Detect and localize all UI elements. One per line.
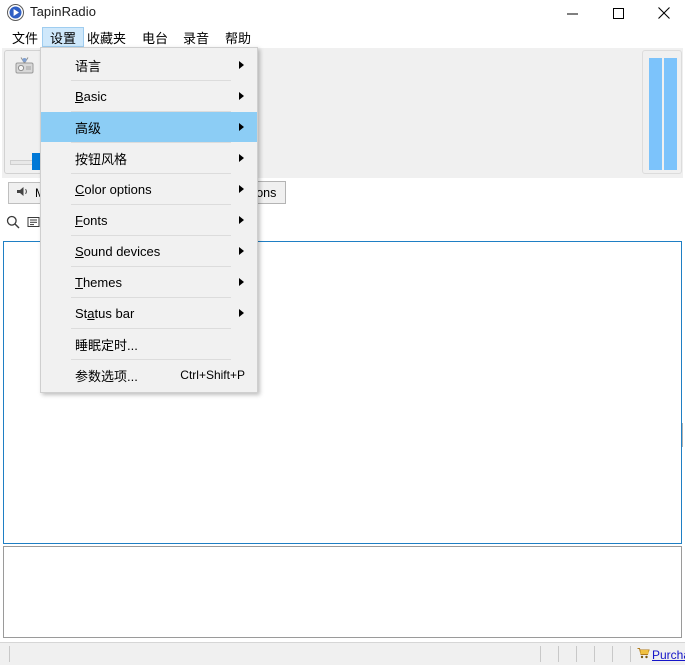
radio-station-icon — [14, 56, 35, 75]
status-separator — [612, 646, 613, 662]
magnifier-icon[interactable] — [6, 215, 20, 232]
menu-item-basic-label: Basic — [75, 89, 107, 104]
station-info-box — [4, 50, 44, 174]
menu-item-button-style[interactable]: 按钮风格 — [41, 143, 257, 173]
menu-item-themes[interactable]: Themes — [41, 267, 257, 297]
settings-dropdown-menu[interactable]: 语言 Basic 高级 按钮风格 Color options Fonts Sou… — [40, 47, 258, 393]
menu-item-status-bar-label: Status bar — [75, 306, 134, 321]
status-separator — [576, 646, 577, 662]
menu-item-language[interactable]: 语言 — [41, 50, 257, 80]
submenu-arrow-icon — [239, 216, 244, 224]
menu-item-preferences[interactable]: 参数选项... Ctrl+Shift+P — [41, 360, 257, 390]
filter-icon[interactable] — [27, 216, 41, 232]
menu-item-sound-devices-label: Sound devices — [75, 244, 160, 259]
details-pane[interactable] — [3, 546, 682, 638]
speaker-icon — [17, 186, 30, 200]
title-bar: TapinRadio — [0, 0, 685, 26]
window-title: TapinRadio — [30, 4, 96, 19]
cart-icon — [637, 647, 650, 662]
menu-item-themes-label: Themes — [75, 275, 122, 290]
menu-stations[interactable]: 电台 — [135, 27, 175, 47]
menu-file[interactable]: 文件 — [5, 27, 45, 47]
submenu-arrow-icon — [239, 247, 244, 255]
menu-item-sound-devices[interactable]: Sound devices — [41, 236, 257, 266]
menu-settings[interactable]: 设置 — [42, 27, 84, 47]
menu-item-color-options-label: Color options — [75, 182, 152, 197]
maximize-icon[interactable] — [595, 0, 641, 26]
menu-item-basic[interactable]: Basic — [41, 81, 257, 111]
menu-help[interactable]: 帮助 — [218, 27, 258, 47]
menu-item-advanced[interactable]: 高级 — [41, 112, 257, 142]
submenu-arrow-icon — [239, 61, 244, 69]
status-separator — [558, 646, 559, 662]
close-icon[interactable] — [641, 0, 685, 26]
status-separator — [594, 646, 595, 662]
menu-item-preferences-shortcut: Ctrl+Shift+P — [180, 368, 245, 382]
play-circle-icon — [7, 4, 24, 21]
minimize-icon[interactable] — [549, 0, 595, 26]
vu-meter-right — [664, 58, 677, 170]
purchase-link-label: Purchase — [652, 648, 685, 662]
submenu-arrow-icon — [239, 92, 244, 100]
status-bar: Purchase — [0, 642, 685, 665]
menu-item-fonts-label: Fonts — [75, 213, 108, 228]
menu-favorites[interactable]: 收藏夹 — [80, 27, 133, 47]
status-separator — [630, 646, 631, 662]
volume-slider[interactable] — [10, 157, 42, 167]
submenu-arrow-icon — [239, 123, 244, 131]
menu-item-fonts[interactable]: Fonts — [41, 205, 257, 235]
purchase-link[interactable]: Purchase — [637, 647, 685, 662]
menu-record[interactable]: 录音 — [176, 27, 216, 47]
status-separator — [9, 646, 10, 662]
menu-item-color-options[interactable]: Color options — [41, 174, 257, 204]
submenu-arrow-icon — [239, 278, 244, 286]
submenu-arrow-icon — [239, 309, 244, 317]
vu-meters — [642, 50, 682, 174]
submenu-arrow-icon — [239, 185, 244, 193]
menu-item-sleep-timer[interactable]: 睡眠定时... — [41, 329, 257, 359]
menu-item-status-bar[interactable]: Status bar — [41, 298, 257, 328]
submenu-arrow-icon — [239, 154, 244, 162]
status-separator — [540, 646, 541, 662]
menu-bar: 文件 设置 收藏夹 电台 录音 帮助 — [0, 26, 685, 48]
vu-meter-left — [649, 58, 662, 170]
